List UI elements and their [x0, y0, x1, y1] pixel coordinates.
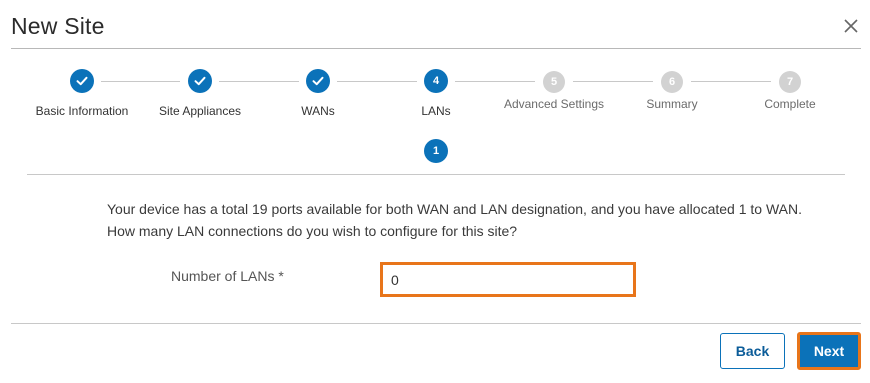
- info-line: Your device has a total 19 ports availab…: [107, 201, 802, 217]
- check-icon: [188, 69, 212, 93]
- info-line: How many LAN connections do you wish to …: [107, 223, 518, 239]
- step-label: Site Appliances: [158, 104, 242, 118]
- close-icon[interactable]: [842, 17, 860, 35]
- number-of-lans-label: Number of LANs *: [171, 268, 284, 284]
- step-label: Complete: [764, 97, 816, 111]
- step-number-badge: 7: [779, 71, 801, 93]
- number-of-lans-input[interactable]: [380, 262, 636, 297]
- step-label: Summary: [646, 97, 698, 111]
- check-icon: [306, 69, 330, 93]
- step-number-badge: 6: [661, 71, 683, 93]
- check-icon: [70, 69, 94, 93]
- stepper-divider: [27, 174, 845, 175]
- step-site-appliances[interactable]: Site Appliances: [140, 69, 260, 118]
- step-number-badge: 5: [543, 71, 565, 93]
- sub-step-badge: 1: [424, 139, 448, 163]
- step-wans[interactable]: WANs: [258, 69, 378, 118]
- step-label: LANs: [421, 104, 451, 118]
- header-divider: [11, 48, 861, 49]
- step-label: Basic Information: [35, 104, 129, 118]
- next-button[interactable]: Next: [797, 332, 861, 370]
- back-button[interactable]: Back: [720, 333, 785, 369]
- step-summary: 6 Summary: [612, 70, 732, 111]
- step-label: Advanced Settings: [503, 97, 605, 111]
- footer-divider: [11, 323, 861, 324]
- dialog-title: New Site: [11, 13, 105, 39]
- step-label: WANs: [301, 104, 335, 118]
- step-lans[interactable]: 4 LANs: [376, 69, 496, 118]
- info-text: Your device has a total 19 ports availab…: [107, 198, 802, 242]
- step-complete: 7 Complete: [730, 70, 850, 111]
- step-basic-information[interactable]: Basic Information: [22, 69, 142, 118]
- step-advanced-settings: 5 Advanced Settings: [494, 70, 614, 111]
- step-number-badge: 4: [424, 69, 448, 93]
